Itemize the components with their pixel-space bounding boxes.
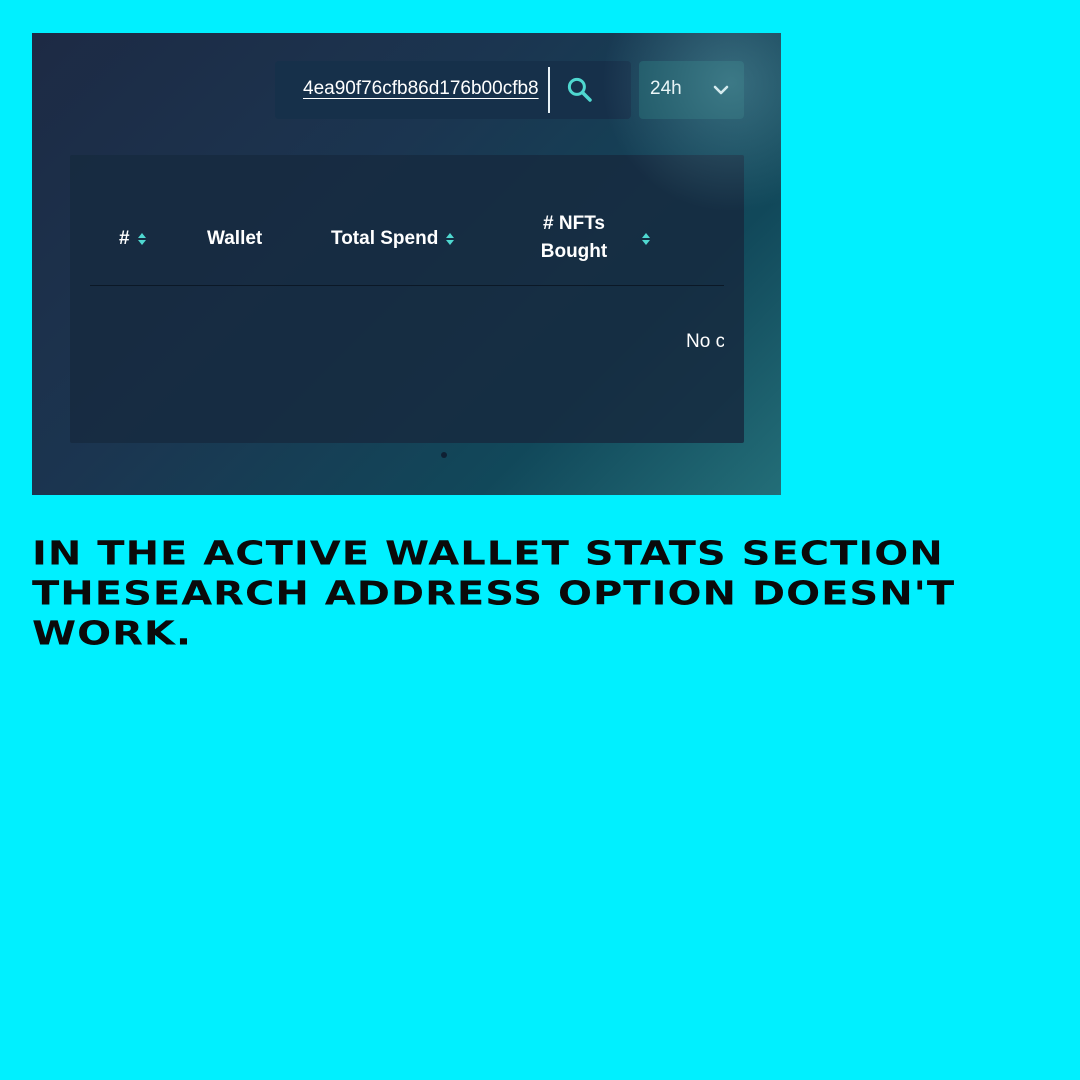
period-dropdown[interactable]: 24h <box>639 61 744 119</box>
caption-text: IN THE ACTIVE WALLET STATS SECTION THESE… <box>32 534 956 653</box>
empty-state-row: No c <box>90 331 724 361</box>
address-search-input[interactable] <box>303 73 549 105</box>
wallet-stats-table: # Wallet Total Spend # NFTs Bought No c <box>70 155 744 458</box>
sort-icon[interactable] <box>640 231 652 247</box>
app-screenshot: 24h # Wallet Total Spend <box>32 33 781 495</box>
column-header-wallet: Wallet <box>207 225 262 253</box>
address-search-box <box>275 61 631 119</box>
header-divider <box>90 285 724 286</box>
sort-icon <box>137 233 146 245</box>
column-header-total-spend[interactable]: Total Spend <box>331 225 456 253</box>
sort-icon <box>446 233 455 245</box>
period-selected-value: 24h <box>650 78 682 99</box>
column-header-label: Wallet <box>207 228 263 249</box>
column-header-rank[interactable]: # <box>119 225 148 253</box>
chevron-down-icon <box>713 85 729 95</box>
column-header-label: # <box>119 228 130 249</box>
column-header-label: Total Spend <box>331 228 439 249</box>
page: 24h # Wallet Total Spend <box>0 0 1080 1080</box>
text-caret <box>548 67 550 113</box>
decorative-dot <box>441 452 447 458</box>
search-icon[interactable] <box>565 75 595 105</box>
column-header-nfts-bought[interactable]: # NFTs Bought <box>532 210 616 266</box>
empty-state-text: No c <box>686 331 724 352</box>
